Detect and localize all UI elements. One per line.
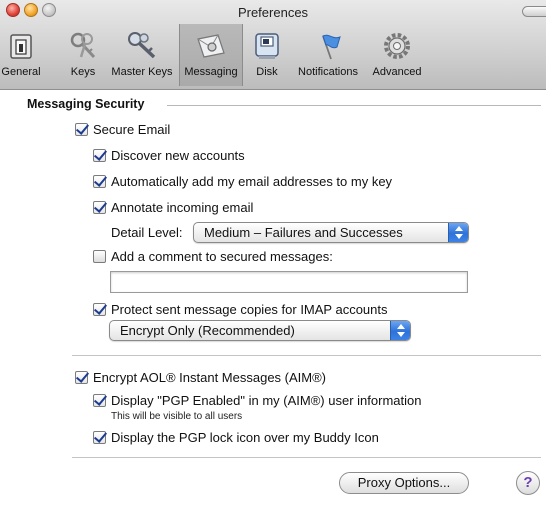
add-comment-label: Add a comment to secured messages: (111, 249, 333, 264)
tab-general-label: General (1, 66, 41, 78)
secure-email-checkbox[interactable]: Secure Email (75, 122, 170, 137)
secure-email-label: Secure Email (93, 122, 171, 137)
tab-general[interactable]: General (0, 24, 42, 86)
tab-keys[interactable]: Keys (62, 24, 104, 86)
tab-keys-label: Keys (70, 66, 96, 78)
popup-arrows-icon (448, 223, 468, 242)
discover-accounts-label: Discover new accounts (111, 148, 245, 163)
protect-sent-checkbox[interactable]: Protect sent message copies for IMAP acc… (93, 302, 388, 317)
messaging-icon (197, 34, 225, 58)
encrypt-aim-label: Encrypt AOL® Instant Messages (AIM®) (93, 370, 327, 385)
detail-level-popup[interactable]: Medium – Failures and Successes (193, 222, 469, 243)
gear-icon (384, 33, 410, 59)
tab-notifications[interactable]: Notifications (290, 24, 366, 86)
display-lock-icon-checkbox[interactable]: Display the PGP lock icon over my Buddy … (93, 430, 379, 445)
preferences-toolbar: General Keys Master Keys Messaging Disk … (0, 24, 546, 86)
disk-icon (255, 33, 279, 59)
tab-disk-label: Disk (256, 66, 278, 78)
proxy-options-button[interactable]: Proxy Options... (339, 472, 469, 494)
encrypt-aim-check[interactable] (75, 371, 88, 384)
display-lock-icon-label: Display the PGP lock icon over my Buddy … (111, 430, 379, 445)
discover-accounts-check[interactable] (93, 149, 106, 162)
tab-notifications-label: Notifications (298, 66, 358, 78)
display-pgp-enabled-checkbox[interactable]: Display "PGP Enabled" in my (AIM®) user … (93, 393, 421, 408)
auto-add-addresses-checkbox[interactable]: Automatically add my email addresses to … (93, 174, 392, 189)
auto-add-addresses-label: Automatically add my email addresses to … (111, 174, 393, 189)
keys-icon (70, 32, 96, 59)
detail-level-label: Detail Level: (111, 225, 183, 240)
protect-mode-popup[interactable]: Encrypt Only (Recommended) (109, 320, 411, 341)
visibility-note: This will be visible to all users (111, 411, 243, 422)
switch-icon (10, 34, 32, 59)
tab-master-keys-label: Master Keys (111, 66, 173, 78)
tab-advanced[interactable]: Advanced (368, 24, 426, 86)
annotate-incoming-checkbox[interactable]: Annotate incoming email (93, 200, 253, 215)
window-title: Preferences (237, 5, 309, 20)
display-lock-icon-check[interactable] (93, 431, 106, 444)
protect-sent-check[interactable] (93, 303, 106, 316)
add-comment-check[interactable] (93, 250, 106, 263)
annotate-incoming-check[interactable] (93, 201, 106, 214)
section-divider (167, 105, 541, 106)
master-keys-icon (128, 32, 156, 59)
tab-messaging-label: Messaging (184, 66, 238, 78)
tab-advanced-label: Advanced (372, 66, 422, 78)
detail-level-value: Medium – Failures and Successes (204, 225, 403, 240)
divider (72, 457, 541, 458)
section-title: Messaging Security (27, 97, 145, 111)
add-comment-checkbox[interactable]: Add a comment to secured messages: (93, 249, 333, 264)
tab-disk[interactable]: Disk (248, 24, 286, 86)
secure-email-check[interactable] (75, 123, 88, 136)
protect-sent-label: Protect sent message copies for IMAP acc… (111, 302, 388, 317)
display-pgp-enabled-label: Display "PGP Enabled" in my (AIM®) user … (111, 393, 422, 408)
annotate-incoming-label: Annotate incoming email (111, 200, 254, 215)
help-button[interactable]: ? (516, 471, 540, 495)
toolbar-toggle-button[interactable] (522, 6, 546, 17)
protect-mode-value: Encrypt Only (Recommended) (120, 323, 295, 338)
messaging-preferences-pane: Messaging Security Secure Email Discover… (0, 91, 546, 508)
notifications-flag-icon (322, 34, 341, 60)
display-pgp-enabled-check[interactable] (93, 394, 106, 407)
discover-accounts-checkbox[interactable]: Discover new accounts (93, 148, 245, 163)
auto-add-addresses-check[interactable] (93, 175, 106, 188)
encrypt-aim-checkbox[interactable]: Encrypt AOL® Instant Messages (AIM®) (75, 370, 326, 385)
tab-master-keys[interactable]: Master Keys (106, 24, 178, 86)
comment-text-field[interactable] (110, 271, 468, 293)
divider (72, 355, 541, 356)
window-titlebar: Preferences General Keys Master Keys Mes… (0, 0, 546, 90)
popup-arrows-icon (390, 321, 410, 340)
tab-messaging[interactable]: Messaging (179, 24, 243, 86)
